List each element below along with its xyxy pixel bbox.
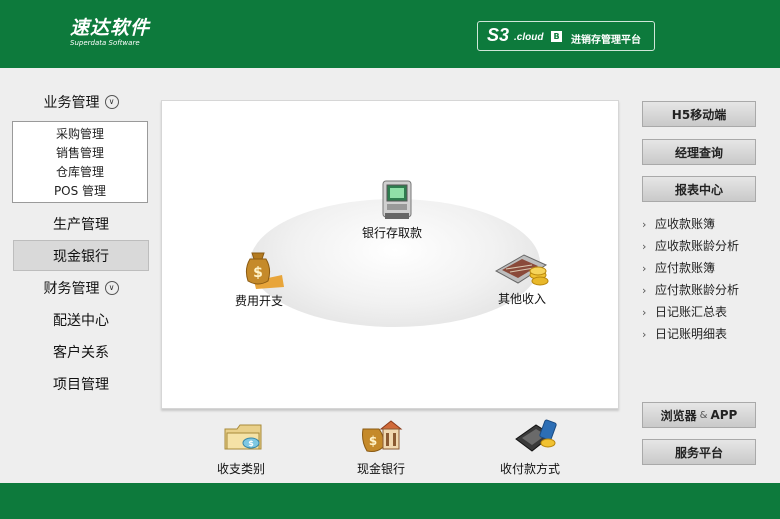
report-link-label: 应收款账龄分析	[655, 239, 740, 253]
feature-label: 其他收入	[497, 292, 546, 306]
chevron-right-icon: ›	[642, 328, 647, 341]
nav-item-label: 配送中心	[53, 313, 109, 329]
nav-item-label: 财务管理	[43, 281, 100, 297]
workflow-panel: 银行存取款 $ 费用开支 其他收入	[161, 100, 619, 409]
ampersand-label: &	[699, 409, 708, 421]
bottom-label: 收付款方式	[500, 462, 561, 476]
nav-item-finance[interactable]: 财务管理 ∨	[13, 273, 149, 303]
report-link-receivable-ledger[interactable]: › 应收款账簿	[642, 215, 715, 232]
svg-text:$: $	[253, 265, 263, 281]
header-bar: 速达软件 Superdata Software S3 .cloud B 进销存管…	[0, 0, 780, 68]
nav-item-label: 客户关系	[53, 345, 109, 361]
manager-query-button[interactable]: 经理查询	[642, 139, 756, 165]
nav-item-production[interactable]: 生产管理	[13, 209, 149, 239]
bottom-label: 现金银行	[357, 462, 406, 476]
logo: 速达软件 Superdata Software	[70, 18, 150, 48]
nav-item-project[interactable]: 项目管理	[13, 369, 149, 399]
bottom-item-income-expense-category[interactable]: $ 收支类别	[217, 421, 265, 477]
feature-bank-deposit[interactable]: 银行存取款	[362, 179, 422, 241]
report-link-label: 应付款账簿	[655, 261, 716, 275]
atm-icon	[382, 180, 412, 219]
app-label: APP	[710, 408, 738, 422]
h5-mobile-button[interactable]: H5移动端	[642, 101, 756, 127]
money-bag-icon: $	[245, 252, 284, 289]
chevron-down-circle-icon[interactable]: ∨	[104, 95, 119, 109]
chevron-right-icon: ›	[642, 218, 647, 231]
feature-label: 银行存取款	[362, 226, 423, 240]
report-link-label: 应付款账龄分析	[655, 283, 740, 297]
bank-icon: $	[362, 420, 403, 452]
product-cloud: .cloud	[514, 32, 544, 43]
nav-item-cash-bank[interactable]: 现金银行	[13, 240, 149, 271]
chevron-down-circle-icon[interactable]: ∨	[104, 281, 119, 295]
report-link-receivable-aging[interactable]: › 应收款账龄分析	[642, 237, 739, 254]
product-badge-box: S3 .cloud B 进销存管理平台	[477, 21, 655, 51]
logo-en: Superdata Software	[70, 39, 140, 47]
pos-terminal-icon	[515, 419, 557, 452]
report-link-label: 日记账明细表	[655, 327, 728, 341]
chevron-right-icon: ›	[642, 262, 647, 275]
nav-item-label: 现金银行	[53, 248, 109, 265]
footer-bar	[0, 483, 780, 519]
report-center-button[interactable]: 报表中心	[642, 176, 756, 202]
service-platform-button[interactable]: 服务平台	[642, 439, 756, 465]
nav-item-crm[interactable]: 客户关系	[13, 337, 149, 367]
submenu-item-pos[interactable]: POS 管理	[13, 182, 147, 201]
chevron-right-icon: ›	[642, 240, 647, 253]
nav-item-label: 生产管理	[53, 217, 109, 233]
bottom-label: 收支类别	[217, 462, 266, 476]
cash-register-coins-icon	[494, 254, 549, 286]
folder-coins-icon: $	[224, 424, 262, 450]
product-desc: 进销存管理平台	[571, 35, 641, 46]
submenu-item-purchase[interactable]: 采购管理	[13, 125, 147, 144]
nav-item-business[interactable]: 业务管理 ∨	[13, 87, 149, 117]
feature-label: 费用开支	[234, 294, 283, 308]
svg-text:$: $	[248, 439, 254, 448]
browser-label: 浏览器	[660, 408, 697, 423]
submenu-item-warehouse[interactable]: 仓库管理	[13, 163, 147, 182]
logo-cn: 速达软件	[70, 17, 151, 39]
product-name: S3	[487, 25, 510, 45]
bottom-item-payment-method[interactable]: 收付款方式	[500, 419, 560, 477]
report-link-label: 日记账汇总表	[655, 305, 728, 319]
edition-badge: B	[551, 31, 562, 42]
bottom-item-cash-bank[interactable]: $ 现金银行	[357, 419, 405, 477]
report-link-payable-ledger[interactable]: › 应付款账簿	[642, 259, 715, 276]
report-link-journal-summary[interactable]: › 日记账汇总表	[642, 303, 727, 320]
chevron-right-icon: ›	[642, 284, 647, 297]
chevron-right-icon: ›	[642, 306, 647, 319]
report-link-payable-aging[interactable]: › 应付款账龄分析	[642, 281, 739, 298]
submenu-item-sales[interactable]: 销售管理	[13, 144, 147, 163]
report-link-label: 应收款账簿	[655, 217, 716, 231]
feature-expenses[interactable]: $ 费用开支	[234, 247, 284, 309]
nav-item-label: 项目管理	[53, 377, 109, 393]
nav-item-distribution[interactable]: 配送中心	[13, 305, 149, 335]
nav-item-label: 业务管理	[43, 95, 100, 111]
report-link-journal-detail[interactable]: › 日记账明细表	[642, 325, 727, 342]
business-submenu: 采购管理 销售管理 仓库管理 POS 管理	[12, 121, 148, 203]
feature-other-income[interactable]: 其他收入	[494, 251, 550, 307]
browser-app-button[interactable]: 浏览器 & APP	[642, 402, 756, 428]
svg-text:$: $	[369, 434, 377, 448]
